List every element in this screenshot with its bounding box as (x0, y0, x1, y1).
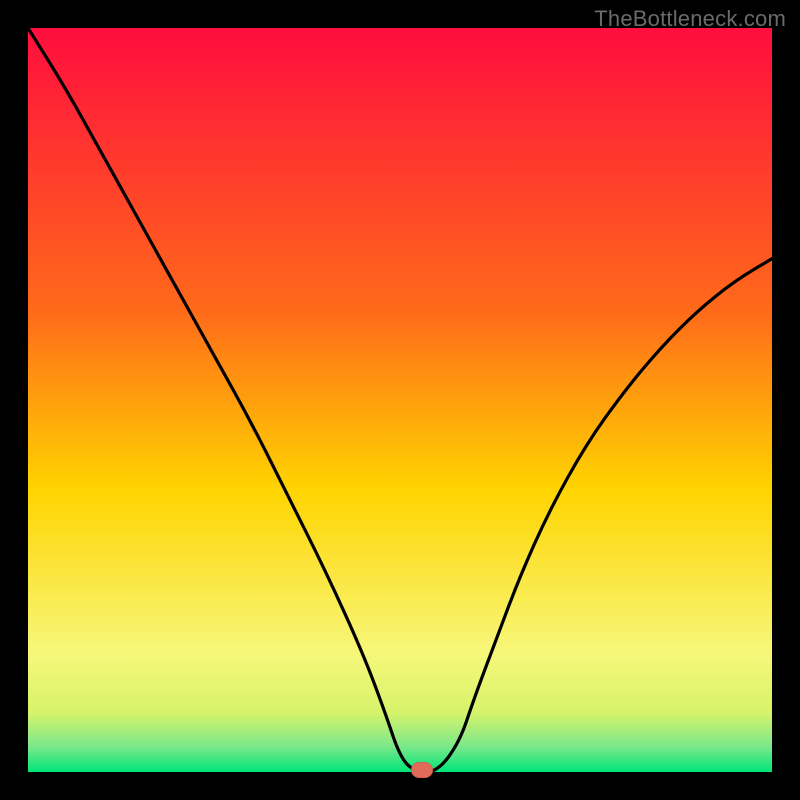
bottleneck-plot (28, 28, 772, 772)
plot-area (28, 28, 772, 772)
optimal-point-marker (411, 762, 433, 778)
gradient-background (28, 28, 772, 772)
chart-frame: TheBottleneck.com (0, 0, 800, 800)
watermark-text: TheBottleneck.com (594, 6, 786, 32)
